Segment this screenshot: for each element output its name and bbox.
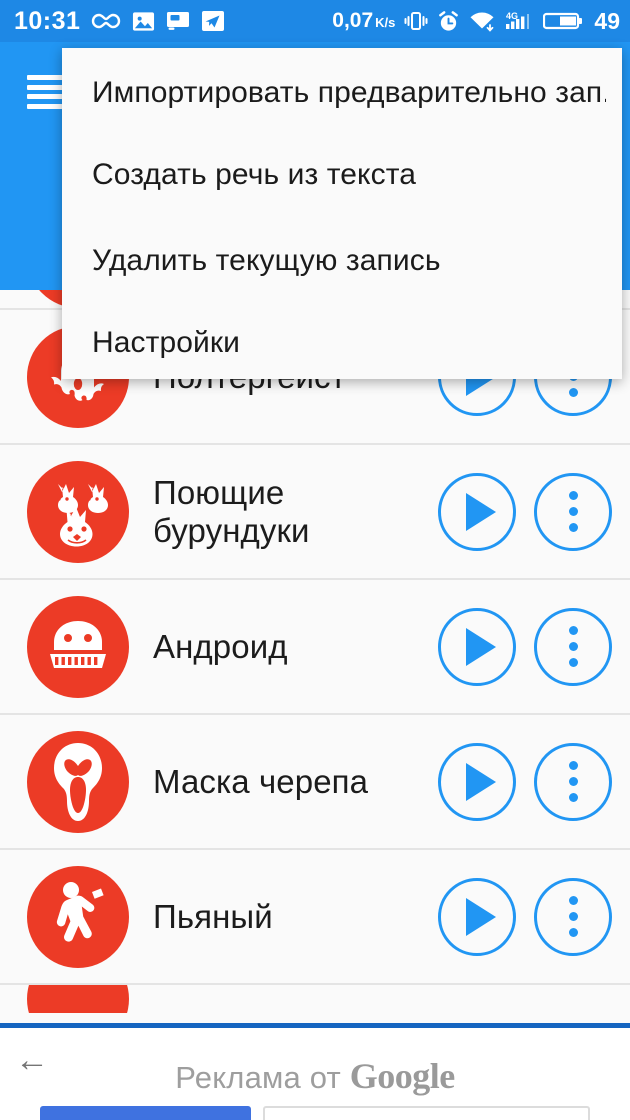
play-button[interactable] (438, 742, 516, 821)
alarm-icon (437, 10, 460, 33)
play-icon (465, 762, 496, 801)
table-row-label: Андроид (153, 627, 288, 665)
drunk-person-icon (27, 865, 129, 968)
row-actions (438, 607, 630, 686)
overflow-menu[interactable]: Импортировать предварительно зап.. Созда… (62, 48, 622, 379)
network-speed: 0,07 K/s (332, 9, 395, 33)
table-row[interactable]: Поющие бурундуки (0, 445, 630, 580)
vibrate-icon (404, 10, 428, 32)
more-icon (568, 491, 578, 532)
play-button[interactable] (438, 472, 516, 551)
telegram-icon (201, 10, 225, 32)
overflow-button[interactable] (534, 877, 612, 956)
why-this-ad-button[interactable]: Почему это объявление? i (262, 1106, 590, 1120)
overflow-button[interactable] (534, 742, 612, 821)
status-bar-right: 0,07 K/s 4G 49 (332, 8, 620, 35)
row-actions (438, 877, 630, 956)
battery-level: 49 (594, 7, 620, 34)
sound-list[interactable]: Полтергейст (0, 290, 630, 1023)
network-speed-value: 0,07 (332, 9, 374, 32)
table-row-label: Маска черепа (153, 762, 369, 800)
table-row[interactable]: Андроид (0, 580, 630, 715)
play-icon (465, 627, 496, 666)
play-icon (465, 897, 496, 936)
phone-screen: 10:31 0,07 K/s 4G 49 Поющие бурундуки Ан… (0, 0, 630, 1120)
scream-mask-icon (27, 730, 129, 833)
menu-item-text-to-speech[interactable]: Создать речь из текста (92, 158, 606, 192)
gallery-icon (132, 10, 155, 33)
battery-icon (543, 10, 583, 32)
status-bar-clock: 10:31 (14, 6, 81, 35)
menu-item-delete-current[interactable]: Удалить текущую запись (92, 244, 606, 278)
table-row-label: Пьяный (153, 897, 273, 935)
play-button[interactable] (438, 607, 516, 686)
send-feedback-button[interactable]: Отправить отзыв (40, 1106, 251, 1120)
infinity-icon (91, 11, 121, 31)
signal-4g-icon: 4G (504, 10, 534, 32)
more-icon (568, 896, 578, 937)
network-speed-unit: K/s (375, 15, 396, 30)
ad-actions: Отправить отзыв Почему это объявление? i (0, 1106, 630, 1120)
menu-item-settings[interactable]: Настройки (92, 326, 606, 360)
google-ad-bar: ← Реклама от Google Отправить отзыв Поче… (0, 1023, 630, 1120)
overflow-button[interactable] (534, 607, 612, 686)
ad-attribution: Реклама от Google (0, 1055, 630, 1097)
row-actions (438, 472, 630, 551)
more-icon (568, 761, 578, 802)
row-actions (438, 742, 630, 821)
list-item[interactable] (0, 985, 630, 1013)
robot-icon (27, 595, 129, 698)
table-row[interactable]: Пьяный (0, 850, 630, 985)
status-bar: 10:31 0,07 K/s 4G 49 (0, 0, 630, 42)
table-row[interactable]: Маска черепа (0, 715, 630, 850)
table-row-label: Поющие бурундуки (153, 473, 310, 549)
ad-attribution-prefix: Реклама от (175, 1060, 350, 1095)
wifi-icon (469, 10, 495, 32)
screenshot-icon (166, 10, 190, 32)
avatar (27, 985, 129, 1013)
menu-item-import[interactable]: Импортировать предварительно зап.. (92, 76, 606, 110)
more-icon (568, 626, 578, 667)
chipmunks-icon (27, 460, 129, 563)
status-bar-left: 10:31 (14, 7, 225, 36)
google-logo: Google (349, 1056, 455, 1096)
play-icon (465, 492, 496, 531)
play-button[interactable] (438, 877, 516, 956)
overflow-button[interactable] (534, 472, 612, 551)
